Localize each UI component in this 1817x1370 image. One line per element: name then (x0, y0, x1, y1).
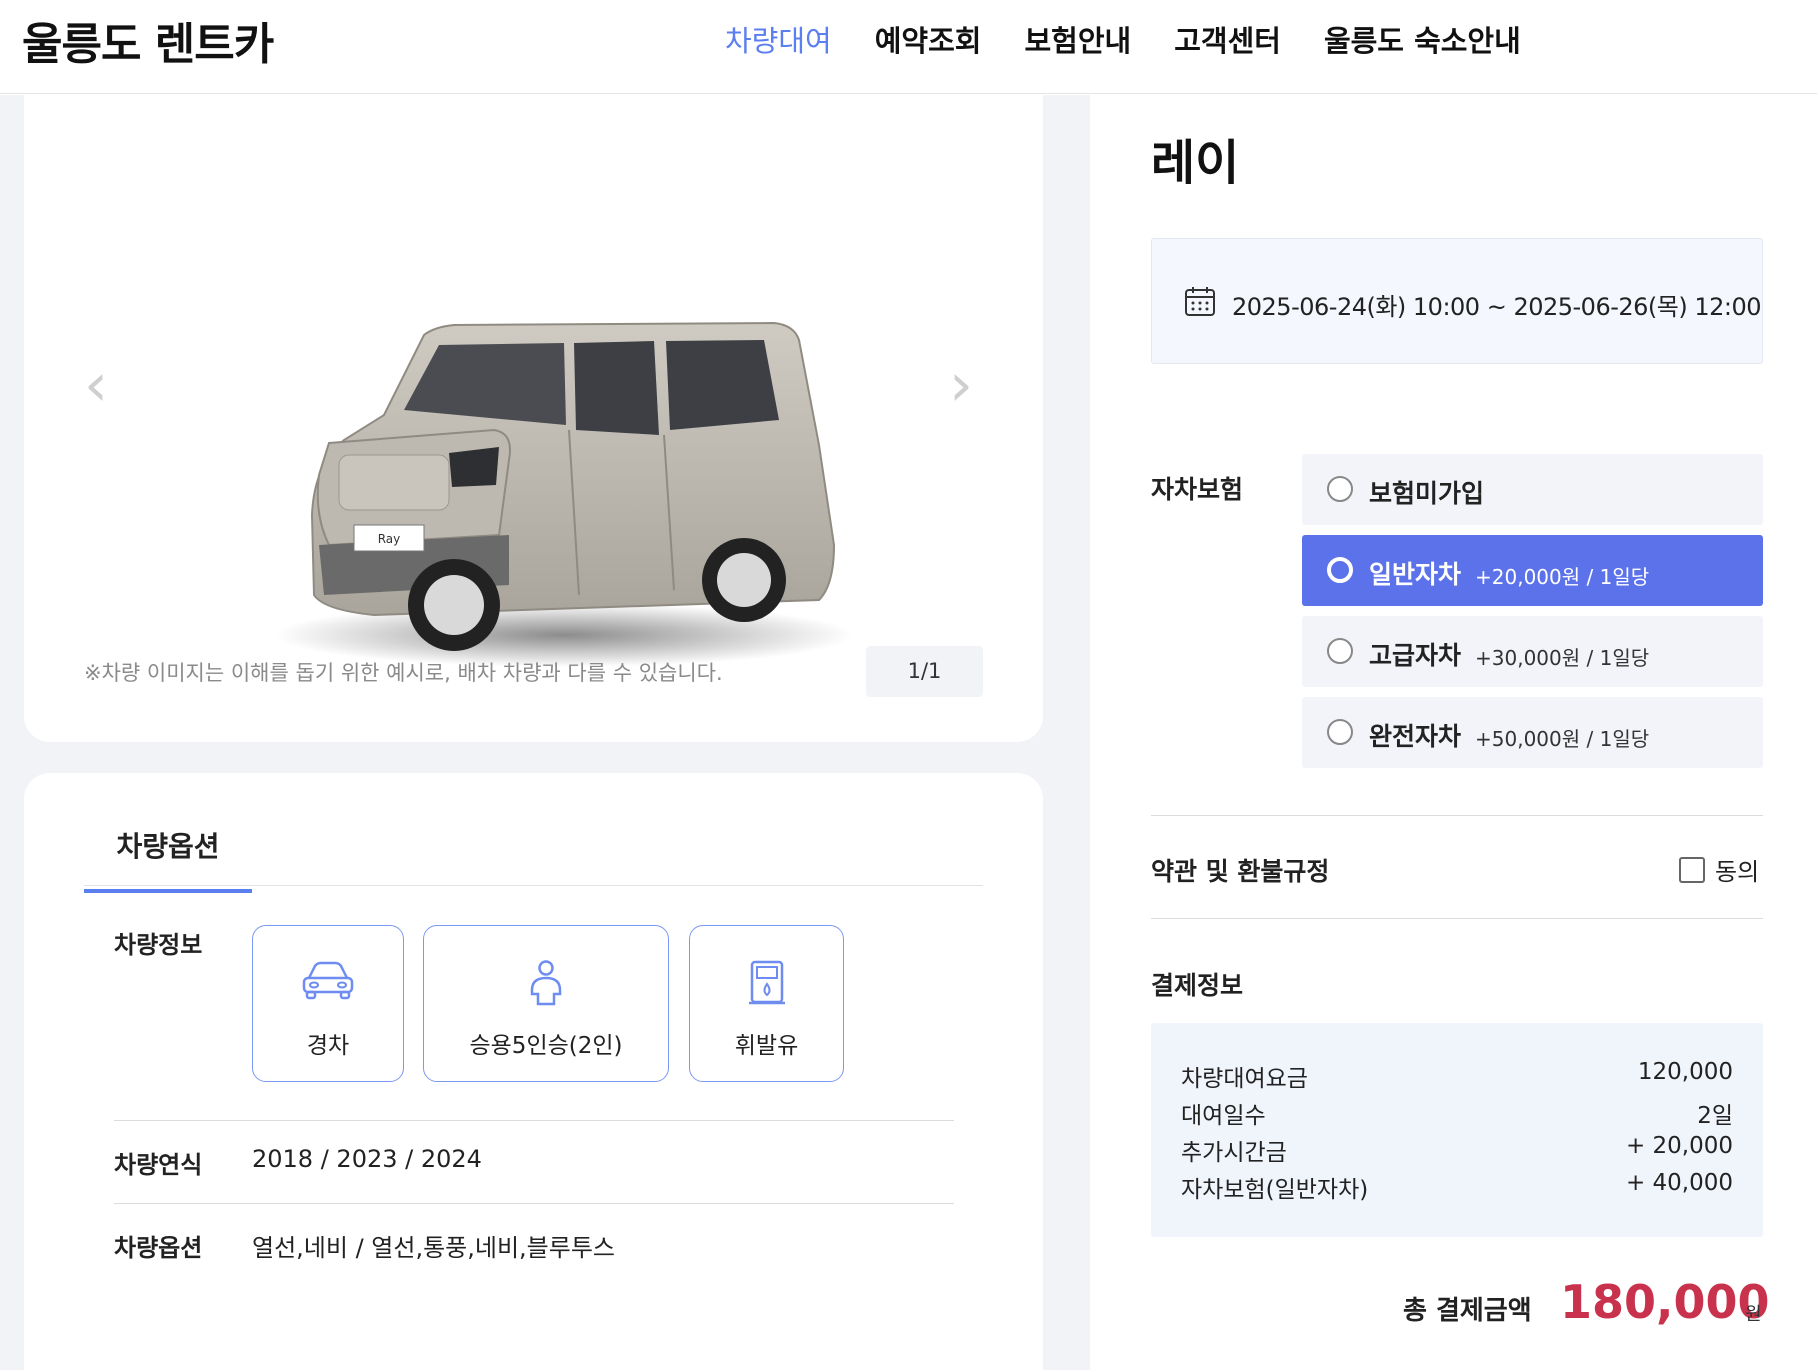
spec-fuel: 휘발유 (689, 925, 844, 1082)
nav-reservation-lookup[interactable]: 예약조회 (875, 18, 982, 60)
payment-row-value: 120,000 (1637, 1059, 1733, 1085)
agree-checkbox-group[interactable]: 동의 (1679, 852, 1759, 887)
spec-car-type-text: 경차 (306, 1033, 350, 1059)
payment-row-label: 추가시간금 (1181, 1140, 1287, 1166)
spec-fuel-text: 휘발유 (734, 1033, 799, 1059)
spec-label: 차량정보 (114, 931, 203, 959)
nav-rental[interactable]: 차량대여 (725, 18, 832, 60)
payment-row-value: 2일 (1697, 1103, 1733, 1129)
next-image-button[interactable]: › (949, 355, 973, 415)
radio-button[interactable] (1327, 638, 1353, 664)
tab-divider (84, 885, 983, 886)
payment-row-value: + 20,000 (1625, 1133, 1733, 1159)
nav-insurance-info[interactable]: 보험안내 (1024, 18, 1131, 60)
insurance-option-standard[interactable]: 일반자차 +20,000원 / 1일당 (1302, 535, 1763, 606)
option-value: 열선,네비 / 열선,통풍,네비,블루투스 (252, 1234, 615, 1262)
rental-period-box: 2025-06-24(화) 10:00 ~ 2025-06-26(목) 12:0… (1151, 238, 1763, 364)
total-amount-label: 총 결제금액 (1403, 1296, 1532, 1326)
total-amount-unit: 원 (1745, 1304, 1762, 1325)
payment-row-label: 차량대여요금 (1181, 1066, 1308, 1092)
spec-car-type: 경차 (252, 925, 404, 1082)
tab-car-options[interactable]: 차량옵션 (84, 825, 252, 893)
agree-label[interactable]: 동의 (1715, 852, 1759, 887)
radio-button[interactable] (1327, 719, 1353, 745)
car-gallery-card: ‹ › Ray ※차량 이미지는 이해를 돕기 위한 예시로, 배차 차량과 다… (24, 95, 1043, 742)
year-value: 2018 / 2023 / 2024 (252, 1145, 482, 1173)
payment-row-label: 대여일수 (1181, 1103, 1266, 1129)
spec-seats-text: 승용5인승(2인) (469, 1033, 623, 1059)
payment-row-label: 자차보험(일반자차) (1181, 1177, 1369, 1203)
calendar-icon (1184, 285, 1216, 321)
insurance-option-premium[interactable]: 고급자차 +30,000원 / 1일당 (1302, 616, 1763, 687)
rental-period-text: 2025-06-24(화) 10:00 ~ 2025-06-26(목) 12:0… (1232, 293, 1762, 321)
car-options-card: 차량옵션 차량정보 경차 승용5인승(2인) 휘발유 차량연식 2018 / 2… (24, 773, 1043, 1370)
insurance-label: 자차보험 (1151, 475, 1244, 504)
agree-checkbox[interactable] (1679, 856, 1705, 883)
car-image: Ray (274, 321, 854, 667)
person-icon (424, 960, 668, 1010)
section-divider (1151, 815, 1763, 816)
nav-lodging-info[interactable]: 울릉도 숙소안내 (1324, 18, 1521, 60)
insurance-option-name: 완전자차 (1369, 722, 1462, 751)
image-counter: 1/1 (866, 646, 983, 697)
terms-label[interactable]: 약관 및 환불규정 (1151, 852, 1329, 888)
total-amount: 180,000 (1560, 1275, 1770, 1329)
insurance-option-none[interactable]: 보험미가입 (1302, 454, 1763, 525)
fuel-pump-icon (690, 960, 843, 1010)
radio-button[interactable] (1327, 557, 1353, 583)
payment-info-label: 결제정보 (1151, 971, 1244, 1000)
license-plate-text: Ray (378, 532, 401, 546)
section-divider (1151, 918, 1763, 919)
insurance-option-name: 고급자차 (1369, 641, 1462, 670)
row-divider (114, 1120, 954, 1121)
insurance-option-price: +20,000원 / 1일당 (1475, 565, 1650, 589)
insurance-option-full[interactable]: 완전자차 +50,000원 / 1일당 (1302, 697, 1763, 768)
payment-summary-box: 차량대여요금 120,000 대여일수 2일 추가시간금 + 20,000 자차… (1151, 1023, 1763, 1237)
site-logo[interactable]: 울릉도 렌트카 (22, 8, 274, 72)
insurance-option-name: 일반자차 (1369, 560, 1462, 589)
main-nav: 차량대여 예약조회 보험안내 고객센터 울릉도 숙소안내 (725, 18, 1564, 60)
row-divider (114, 1203, 954, 1204)
payment-row-value: + 40,000 (1625, 1170, 1733, 1196)
spec-seats: 승용5인승(2인) (423, 925, 669, 1082)
nav-customer-center[interactable]: 고객센터 (1174, 18, 1281, 60)
image-disclaimer: ※차량 이미지는 이해를 돕기 위한 예시로, 배차 차량과 다를 수 있습니다… (84, 661, 723, 685)
insurance-option-price: +50,000원 / 1일당 (1475, 727, 1650, 751)
insurance-option-name: 보험미가입 (1369, 479, 1485, 508)
car-icon (253, 960, 403, 1004)
prev-image-button[interactable]: ‹ (84, 355, 108, 415)
radio-button[interactable] (1327, 476, 1353, 502)
option-label: 차량옵션 (114, 1234, 203, 1262)
car-name-title: 레이 (1151, 135, 1240, 191)
year-label: 차량연식 (114, 1151, 203, 1179)
site-header: 울릉도 렌트카 차량대여 예약조회 보험안내 고객센터 울릉도 숙소안내 (0, 0, 1817, 94)
insurance-option-price: +30,000원 / 1일당 (1475, 646, 1650, 670)
